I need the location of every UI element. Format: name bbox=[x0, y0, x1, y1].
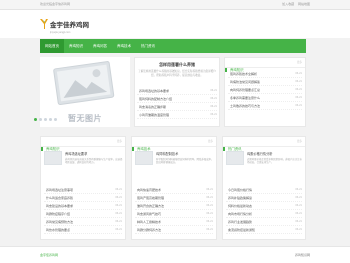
list-item[interactable]: 什么鸡适合家庭养殖 06-21 bbox=[44, 194, 122, 202]
column-feature-desc: 科学配制鸡饲料能够提高饲料利用率，降低养殖成本，促进鸡群健康成长。 bbox=[156, 158, 214, 165]
thumbnail-image[interactable] bbox=[135, 151, 153, 165]
list-item[interactable]: 鸡舍通风换气技巧 06-21 bbox=[135, 210, 213, 218]
column-feature-desc: 养鸡场的选址直接关系到鸡群健康与生产效率，应选择地势高燥、通风良好的地方。 bbox=[65, 158, 123, 165]
column-more-link[interactable]: 更多 bbox=[117, 137, 122, 147]
column-feature: 养鸡场选址要求 养鸡场的选址直接关系到鸡群健康与生产效率，应选择地势高燥、通风良… bbox=[65, 151, 123, 164]
slider-dot[interactable] bbox=[39, 118, 42, 121]
logo-subtitle: jinyujia yangji.com bbox=[50, 31, 71, 34]
image-placeholder[interactable]: 暂无图片 bbox=[40, 57, 130, 127]
column-list: 养鸡场选址注意事项 06-21 什么鸡适合家庭养殖 06-21 鸡舍建设的基本要求 0… bbox=[44, 186, 122, 234]
column-more-link[interactable]: 更多 bbox=[297, 137, 302, 147]
slider-dot[interactable] bbox=[34, 118, 37, 121]
list-item[interactable]: 肉鸡市场行情分析 06-21 bbox=[226, 210, 302, 218]
list-item[interactable]: 冬季养鸡需要注意什么 06-21 bbox=[228, 94, 302, 102]
list-item[interactable]: 养鸡场选址的基本要求 06-21 bbox=[137, 87, 217, 95]
slider-dot[interactable] bbox=[44, 118, 47, 121]
header: 金宇佳养鸡网 jinyujia yangji.com bbox=[0, 10, 350, 38]
nav-item-qa[interactable]: 养鸡问答 bbox=[88, 39, 112, 53]
footer: 金宇佳养鸡网 养鸡知识网 bbox=[0, 246, 350, 263]
welcome-text: 欢迎光临金宇信养鸡网 bbox=[40, 2, 71, 6]
column-header: 热门资讯 更多 bbox=[223, 137, 305, 151]
list-item[interactable]: 饲料价格最新动态 06-21 bbox=[226, 202, 302, 210]
feature-title[interactable]: 怎样用莲薯什么养猪 bbox=[137, 62, 217, 68]
list-item[interactable]: 土鸡散养的技巧与方法 06-21 bbox=[228, 102, 302, 110]
footer-right-link[interactable]: 养鸡知识网 bbox=[295, 253, 310, 257]
feature-list: 养鸡场选址的基本要求 06-21 蛋鸡饲料的配制方法介绍 06-21 鸡舍消毒的正确… bbox=[137, 87, 217, 119]
column-feature-title[interactable]: 鸡蛋价格行情分析 bbox=[247, 151, 303, 156]
column-feature-title[interactable]: 养鸡场选址要求 bbox=[65, 151, 123, 156]
column-list: 肉鸡快速育肥技术 06-21 蛋鸡产蛋高峰期管理 06-21 雏鸡开食的正确方法 06… bbox=[135, 186, 213, 234]
list-item[interactable]: 养鸡行业发展趋势 06-21 bbox=[226, 218, 302, 226]
logo-text: 金宇佳养鸡网 bbox=[50, 22, 89, 29]
slider-dot[interactable] bbox=[49, 118, 52, 121]
list-item[interactable]: 种鸡人工授精技术 06-21 bbox=[135, 218, 213, 226]
list-item[interactable]: 肉鸡快速育肥技术 06-21 bbox=[135, 186, 213, 194]
nav-item-knowledge[interactable]: 养鸡知识 bbox=[64, 39, 88, 53]
list-item[interactable]: 蛋鸡饲料的配制方法介绍 06-21 bbox=[137, 95, 217, 103]
list-item[interactable]: 鸡群防疫程序介绍 06-21 bbox=[44, 210, 122, 218]
list-item[interactable]: 鸡饮水管理的要点 06-21 bbox=[44, 226, 122, 234]
column-feature: 鸡蛋价格行情分析 近期鸡蛋价格走势受多种因素影响，养殖户应关注市场动态，合理安排… bbox=[247, 151, 303, 164]
column-feature-desc: 近期鸡蛋价格走势受多种因素影响，养殖户应关注市场动态，合理安排生产。 bbox=[247, 158, 302, 165]
main-nav: 网站首页 养鸡知识 养鸡问答 养鸡技术 热门资讯 bbox=[40, 39, 306, 53]
list-item[interactable]: 雏鸡开食的正确方法 06-21 bbox=[135, 202, 213, 210]
list-item[interactable]: 鸡舍消毒的正确步骤 06-21 bbox=[137, 103, 217, 111]
list-item[interactable]: 禽流感防控最新通知 06-21 bbox=[226, 226, 302, 234]
column-more-link[interactable]: 更多 bbox=[208, 137, 213, 147]
site-logo[interactable]: 金宇佳养鸡网 bbox=[40, 19, 89, 29]
sitemap-link[interactable]: 网站地图 bbox=[298, 2, 310, 6]
add-favorite-link[interactable]: 加入收藏 bbox=[282, 2, 294, 6]
slider-dots bbox=[34, 118, 57, 121]
column-list: 今日鸡蛋价格行情 06-21 养鸡补贴政策解读 06-21 饲料价格最新动态 06-2… bbox=[226, 186, 302, 234]
feature-desc: 了解怎样用莲薯什么养猪的基础知识，结合实际养殖经验为您详细介绍，帮助养殖户科学饲… bbox=[138, 70, 216, 77]
top-bar: 欢迎光临金宇信养鸡网 加入收藏 网站地图 bbox=[0, 0, 350, 10]
list-item[interactable]: 养鸡常见病预防方法 06-21 bbox=[44, 218, 122, 226]
list-item[interactable]: 养鸡场选址注意事项 06-21 bbox=[44, 186, 122, 194]
nav-item-home[interactable]: 网站首页 bbox=[40, 39, 64, 53]
list-item[interactable]: 今日鸡蛋价格行情 06-21 bbox=[226, 186, 302, 194]
list-item[interactable]: 小鸡育雏期的温度管理 06-21 bbox=[137, 111, 217, 119]
nav-item-news[interactable]: 热门资讯 bbox=[136, 39, 160, 53]
list-item[interactable]: 鸡病防治常见问题解答 06-21 bbox=[228, 78, 302, 86]
list-item[interactable]: 蛋鸡养殖技术全解析 06-21 bbox=[228, 70, 302, 78]
slider-dot[interactable] bbox=[54, 118, 57, 121]
footer-brand-link[interactable]: 金宇佳养鸡网 bbox=[40, 253, 58, 257]
thumbnail-image[interactable] bbox=[226, 151, 244, 165]
list-item[interactable]: 鸡群分群饲养方法 06-21 bbox=[135, 226, 213, 234]
list-item[interactable]: 蛋鸡产蛋高峰期管理 06-21 bbox=[135, 194, 213, 202]
sidebar-list: 蛋鸡养殖技术全解析 06-21 鸡病防治常见问题解答 06-21 肉鸡饲养管理要点汇… bbox=[228, 70, 302, 110]
list-item[interactable]: 养鸡补贴政策解读 06-21 bbox=[226, 194, 302, 202]
list-item[interactable]: 鸡舍建设的基本要求 06-21 bbox=[44, 202, 122, 210]
sidebar-more-link[interactable]: 更多 bbox=[297, 58, 302, 68]
sidebar-header: 养鸡知识 更多 bbox=[225, 58, 305, 72]
list-item[interactable]: 肉鸡饲养管理要点汇总 06-21 bbox=[228, 86, 302, 94]
column-feature-title[interactable]: 鸡饲料配制技术 bbox=[156, 151, 214, 156]
top-links: 加入收藏 网站地图 bbox=[279, 2, 310, 6]
column-header: 养鸡技术 更多 bbox=[132, 137, 216, 151]
column-header: 养鸡知识 更多 bbox=[41, 137, 125, 151]
thumbnail-image[interactable] bbox=[44, 151, 62, 165]
column-feature: 鸡饲料配制技术 科学配制鸡饲料能够提高饲料利用率，降低养殖成本，促进鸡群健康成长… bbox=[156, 151, 214, 164]
logo-icon bbox=[40, 19, 48, 29]
nav-item-tech[interactable]: 养鸡技术 bbox=[112, 39, 136, 53]
